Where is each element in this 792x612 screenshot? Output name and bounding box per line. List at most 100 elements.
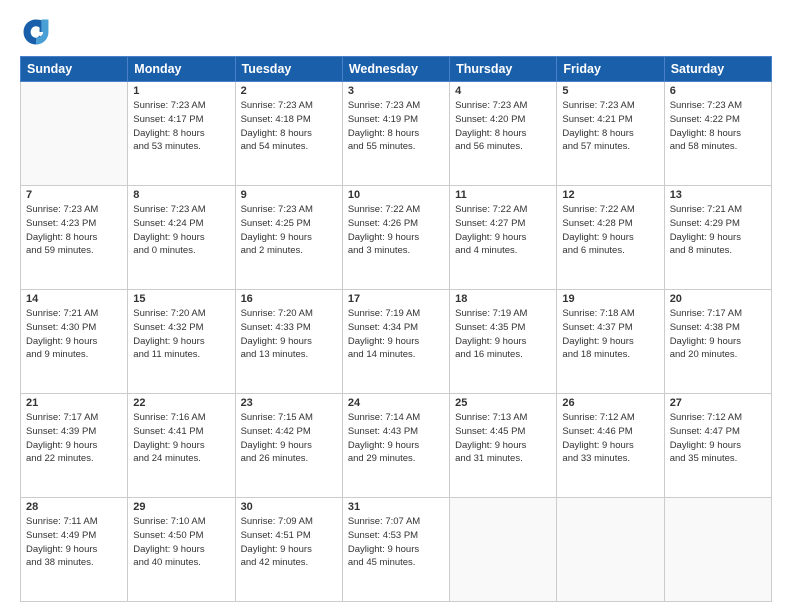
calendar-day-cell: 4 Sunrise: 7:23 AMSunset: 4:20 PMDaylight… (450, 82, 557, 186)
calendar-header-row: SundayMondayTuesdayWednesdayThursdayFrid… (21, 57, 772, 82)
day-info: Sunrise: 7:13 AMSunset: 4:45 PMDaylight:… (455, 411, 551, 466)
day-info: Sunrise: 7:22 AMSunset: 4:26 PMDaylight:… (348, 203, 444, 258)
day-info: Sunrise: 7:23 AMSunset: 4:19 PMDaylight:… (348, 99, 444, 154)
calendar-day-cell (664, 498, 771, 602)
day-number: 15 (133, 293, 229, 305)
day-number: 9 (241, 189, 337, 201)
day-info: Sunrise: 7:23 AMSunset: 4:25 PMDaylight:… (241, 203, 337, 258)
calendar-day-cell: 7 Sunrise: 7:23 AMSunset: 4:23 PMDaylight… (21, 186, 128, 290)
day-number: 6 (670, 85, 766, 97)
day-info: Sunrise: 7:10 AMSunset: 4:50 PMDaylight:… (133, 515, 229, 570)
calendar-day-header: Saturday (664, 57, 771, 82)
calendar-day-cell: 15 Sunrise: 7:20 AMSunset: 4:32 PMDayligh… (128, 290, 235, 394)
day-number: 4 (455, 85, 551, 97)
calendar-day-cell: 26 Sunrise: 7:12 AMSunset: 4:46 PMDayligh… (557, 394, 664, 498)
day-number: 28 (26, 501, 122, 513)
calendar-day-cell: 19 Sunrise: 7:18 AMSunset: 4:37 PMDayligh… (557, 290, 664, 394)
calendar-day-cell: 6Sunrise: 7:23 AMSunset: 4:22 PMDaylight… (664, 82, 771, 186)
day-info: Sunrise: 7:23 AMSunset: 4:17 PMDaylight:… (133, 99, 229, 154)
calendar-day-cell: 1Sunrise: 7:23 AMSunset: 4:17 PMDaylight… (128, 82, 235, 186)
day-info: Sunrise: 7:14 AMSunset: 4:43 PMDaylight:… (348, 411, 444, 466)
calendar-day-cell (450, 498, 557, 602)
calendar-day-cell: 8 Sunrise: 7:23 AMSunset: 4:24 PMDaylight… (128, 186, 235, 290)
calendar-day-cell: 5Sunrise: 7:23 AMSunset: 4:21 PMDaylight… (557, 82, 664, 186)
day-number: 12 (562, 189, 658, 201)
day-info: Sunrise: 7:23 AMSunset: 4:21 PMDaylight:… (562, 99, 658, 154)
day-info: Sunrise: 7:18 AMSunset: 4:37 PMDaylight:… (562, 307, 658, 362)
day-number: 19 (562, 293, 658, 305)
calendar-day-header: Thursday (450, 57, 557, 82)
day-number: 7 (26, 189, 122, 201)
day-info: Sunrise: 7:09 AMSunset: 4:51 PMDaylight:… (241, 515, 337, 570)
day-info: Sunrise: 7:17 AMSunset: 4:38 PMDaylight:… (670, 307, 766, 362)
calendar-day-header: Friday (557, 57, 664, 82)
day-number: 13 (670, 189, 766, 201)
calendar-week-row: 1Sunrise: 7:23 AMSunset: 4:17 PMDaylight… (21, 82, 772, 186)
calendar-day-cell: 30 Sunrise: 7:09 AMSunset: 4:51 PMDayligh… (235, 498, 342, 602)
calendar-day-cell: 22 Sunrise: 7:16 AMSunset: 4:41 PMDayligh… (128, 394, 235, 498)
calendar-day-cell (557, 498, 664, 602)
day-number: 26 (562, 397, 658, 409)
calendar-day-cell: 14Sunrise: 7:21 AMSunset: 4:30 PMDayligh… (21, 290, 128, 394)
day-number: 10 (348, 189, 444, 201)
day-info: Sunrise: 7:20 AMSunset: 4:32 PMDaylight:… (133, 307, 229, 362)
day-number: 18 (455, 293, 551, 305)
calendar-day-cell: 23Sunrise: 7:15 AMSunset: 4:42 PMDayligh… (235, 394, 342, 498)
day-info: Sunrise: 7:23 AMSunset: 4:18 PMDaylight:… (241, 99, 337, 154)
day-number: 31 (348, 501, 444, 513)
calendar-day-cell: 13 Sunrise: 7:21 AMSunset: 4:29 PMDayligh… (664, 186, 771, 290)
calendar-week-row: 7 Sunrise: 7:23 AMSunset: 4:23 PMDaylight… (21, 186, 772, 290)
calendar-week-row: 14Sunrise: 7:21 AMSunset: 4:30 PMDayligh… (21, 290, 772, 394)
calendar-day-cell: 25 Sunrise: 7:13 AMSunset: 4:45 PMDayligh… (450, 394, 557, 498)
day-info: Sunrise: 7:21 AMSunset: 4:29 PMDaylight:… (670, 203, 766, 258)
day-number: 21 (26, 397, 122, 409)
calendar-day-cell: 29 Sunrise: 7:10 AMSunset: 4:50 PMDayligh… (128, 498, 235, 602)
day-number: 17 (348, 293, 444, 305)
calendar-day-cell: 27 Sunrise: 7:12 AMSunset: 4:47 PMDayligh… (664, 394, 771, 498)
calendar-day-cell: 21 Sunrise: 7:17 AMSunset: 4:39 PMDayligh… (21, 394, 128, 498)
day-info: Sunrise: 7:22 AMSunset: 4:27 PMDaylight:… (455, 203, 551, 258)
calendar-day-cell: 11 Sunrise: 7:22 AMSunset: 4:27 PMDayligh… (450, 186, 557, 290)
calendar-day-cell: 3 Sunrise: 7:23 AMSunset: 4:19 PMDaylight… (342, 82, 449, 186)
page: SundayMondayTuesdayWednesdayThursdayFrid… (0, 0, 792, 612)
day-info: Sunrise: 7:12 AMSunset: 4:46 PMDaylight:… (562, 411, 658, 466)
day-info: Sunrise: 7:07 AMSunset: 4:53 PMDaylight:… (348, 515, 444, 570)
calendar-day-cell: 18Sunrise: 7:19 AMSunset: 4:35 PMDayligh… (450, 290, 557, 394)
day-info: Sunrise: 7:12 AMSunset: 4:47 PMDaylight:… (670, 411, 766, 466)
logo (20, 16, 56, 48)
calendar-day-cell: 9 Sunrise: 7:23 AMSunset: 4:25 PMDaylight… (235, 186, 342, 290)
day-info: Sunrise: 7:16 AMSunset: 4:41 PMDaylight:… (133, 411, 229, 466)
day-number: 27 (670, 397, 766, 409)
day-info: Sunrise: 7:17 AMSunset: 4:39 PMDaylight:… (26, 411, 122, 466)
day-number: 29 (133, 501, 229, 513)
calendar-day-cell: 17Sunrise: 7:19 AMSunset: 4:34 PMDayligh… (342, 290, 449, 394)
day-number: 8 (133, 189, 229, 201)
day-info: Sunrise: 7:23 AMSunset: 4:23 PMDaylight:… (26, 203, 122, 258)
calendar-day-cell: 28Sunrise: 7:11 AMSunset: 4:49 PMDayligh… (21, 498, 128, 602)
calendar-day-cell: 16Sunrise: 7:20 AMSunset: 4:33 PMDayligh… (235, 290, 342, 394)
header (20, 16, 772, 48)
calendar-day-cell: 24 Sunrise: 7:14 AMSunset: 4:43 PMDayligh… (342, 394, 449, 498)
calendar-day-cell: 10 Sunrise: 7:22 AMSunset: 4:26 PMDayligh… (342, 186, 449, 290)
day-number: 25 (455, 397, 551, 409)
day-info: Sunrise: 7:23 AMSunset: 4:20 PMDaylight:… (455, 99, 551, 154)
calendar-day-header: Sunday (21, 57, 128, 82)
day-number: 2 (241, 85, 337, 97)
calendar-day-header: Monday (128, 57, 235, 82)
day-number: 23 (241, 397, 337, 409)
calendar-day-cell: 20 Sunrise: 7:17 AMSunset: 4:38 PMDayligh… (664, 290, 771, 394)
day-number: 22 (133, 397, 229, 409)
day-number: 14 (26, 293, 122, 305)
day-number: 20 (670, 293, 766, 305)
day-number: 30 (241, 501, 337, 513)
calendar-week-row: 28Sunrise: 7:11 AMSunset: 4:49 PMDayligh… (21, 498, 772, 602)
day-number: 11 (455, 189, 551, 201)
logo-icon (20, 16, 52, 48)
calendar-table: SundayMondayTuesdayWednesdayThursdayFrid… (20, 56, 772, 602)
day-info: Sunrise: 7:23 AMSunset: 4:24 PMDaylight:… (133, 203, 229, 258)
day-number: 24 (348, 397, 444, 409)
day-info: Sunrise: 7:22 AMSunset: 4:28 PMDaylight:… (562, 203, 658, 258)
day-number: 16 (241, 293, 337, 305)
day-number: 3 (348, 85, 444, 97)
calendar-day-cell (21, 82, 128, 186)
